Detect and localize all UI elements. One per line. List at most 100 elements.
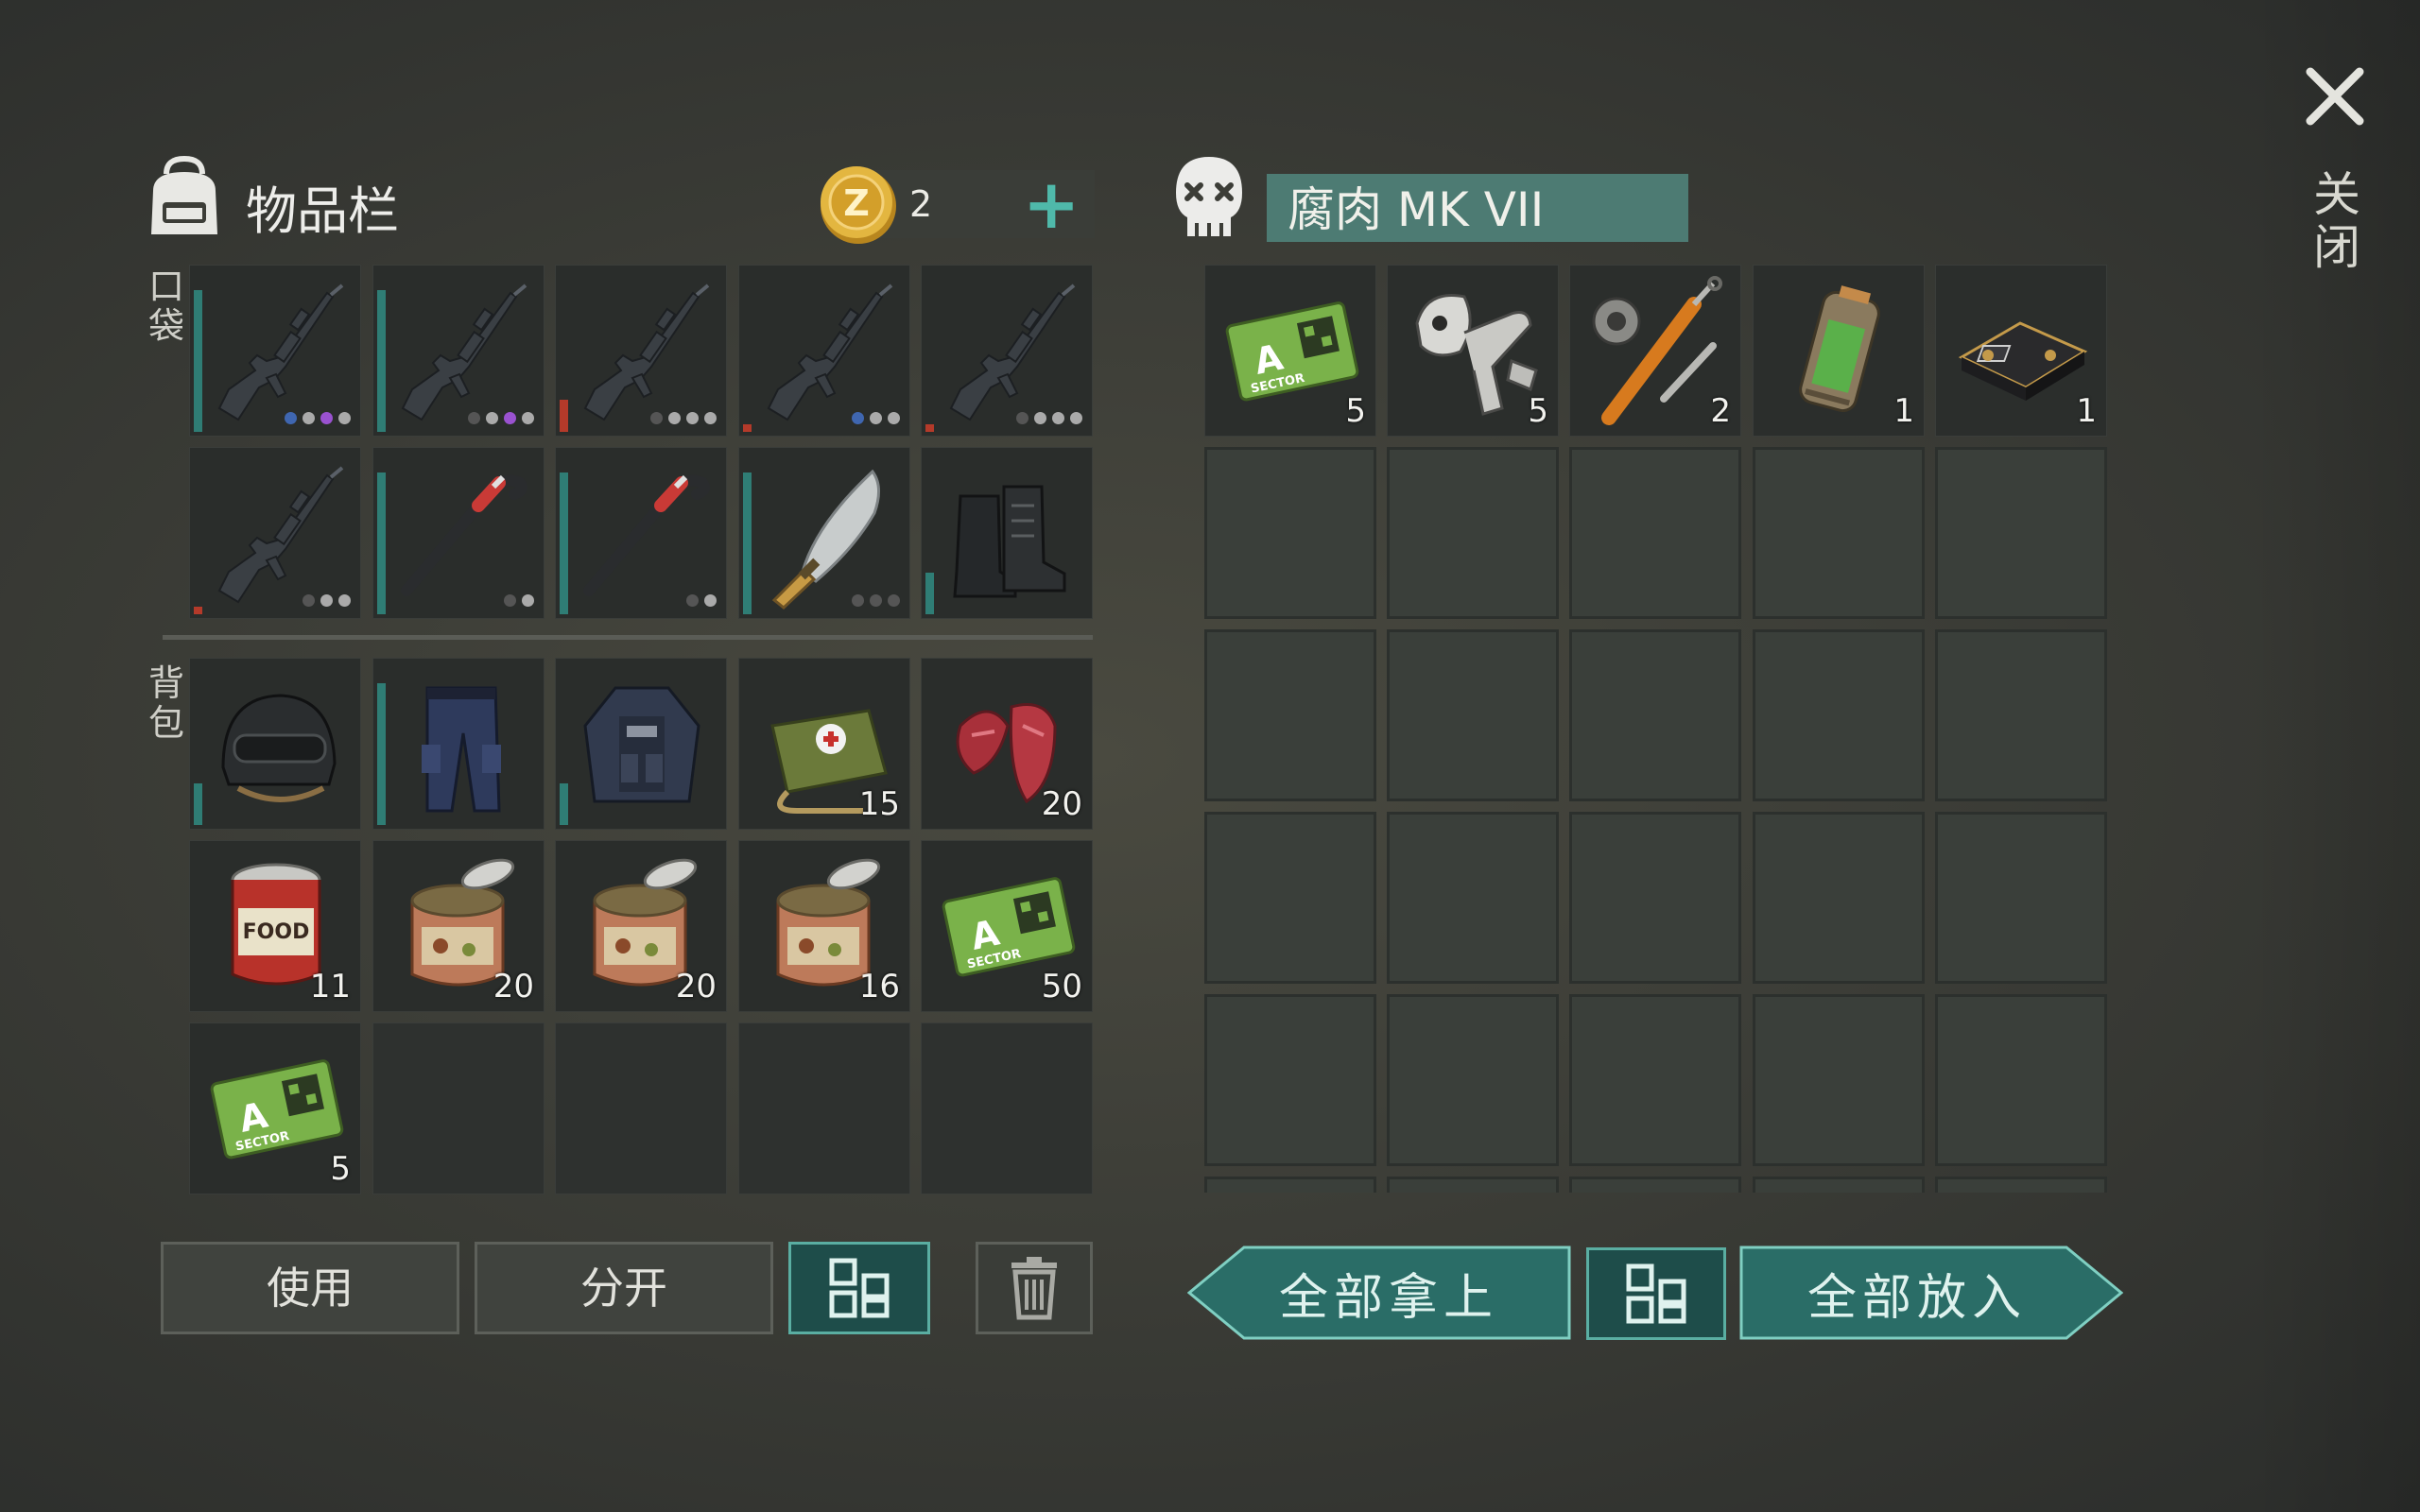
inventory-slot[interactable]: 50 <box>921 840 1093 1012</box>
upgrade-dot <box>686 412 699 424</box>
loot-slot[interactable] <box>1387 447 1559 619</box>
inventory-slot[interactable]: 20 <box>372 840 544 1012</box>
inventory-slot[interactable] <box>738 447 910 619</box>
inventory-slot[interactable] <box>372 658 544 830</box>
loot-slot[interactable] <box>1569 447 1741 619</box>
upgrade-dot <box>888 594 900 607</box>
inventory-slot[interactable]: 15 <box>738 658 910 830</box>
hydraulic-cylinder-icon <box>1581 276 1732 427</box>
inventory-slot[interactable]: 11 <box>189 840 361 1012</box>
inventory-slot[interactable] <box>555 658 727 830</box>
inventory-slot[interactable]: 20 <box>921 658 1093 830</box>
item-count: 15 <box>858 785 900 823</box>
upgrade-dot <box>870 594 882 607</box>
close-label[interactable]: 关闭 <box>2310 168 2363 274</box>
loot-slot[interactable] <box>1753 812 1925 984</box>
loot-slot[interactable] <box>1935 994 2107 1166</box>
sort-inventory-button[interactable] <box>788 1242 930 1334</box>
sort-loot-button[interactable] <box>1586 1247 1726 1340</box>
use-button-label: 使用 <box>267 1263 354 1314</box>
loot-slot[interactable] <box>1753 447 1925 619</box>
item-count: 5 <box>1345 392 1366 430</box>
rifle-icon <box>932 276 1083 427</box>
loot-slot[interactable]: 5 <box>1204 265 1376 437</box>
loot-slot[interactable] <box>1569 1177 1741 1193</box>
loot-slot[interactable] <box>1204 629 1376 801</box>
loot-slot[interactable] <box>1753 1177 1925 1193</box>
take-all-button[interactable]: 全部拿上 <box>1187 1246 1571 1340</box>
split-button[interactable]: 分开 <box>475 1242 773 1334</box>
inventory-slot[interactable] <box>189 658 361 830</box>
durability-bar <box>377 472 386 614</box>
upgrade-dot <box>870 412 882 424</box>
put-all-button[interactable]: 全部放入 <box>1739 1246 2123 1340</box>
inventory-slot[interactable] <box>738 1022 910 1194</box>
upgrade-dot <box>302 412 315 424</box>
item-count: 5 <box>330 1150 351 1188</box>
section-divider <box>163 635 1093 640</box>
loot-slot[interactable] <box>1387 1177 1559 1193</box>
loot-slot[interactable]: 1 <box>1935 265 2107 437</box>
loot-slot[interactable] <box>1387 629 1559 801</box>
loot-slot[interactable] <box>1387 812 1559 984</box>
inventory-slot[interactable] <box>921 265 1093 437</box>
inventory-slot[interactable] <box>555 265 727 437</box>
upgrade-dot <box>1034 412 1046 424</box>
loot-slot[interactable] <box>1204 447 1376 619</box>
loot-slot[interactable] <box>1753 994 1925 1166</box>
inventory-slot[interactable] <box>189 447 361 619</box>
use-button[interactable]: 使用 <box>161 1242 459 1334</box>
inventory-slot[interactable] <box>372 447 544 619</box>
inventory-slot[interactable] <box>921 447 1093 619</box>
trash-button[interactable] <box>976 1242 1093 1334</box>
keycard-icon <box>200 1034 352 1185</box>
loot-slot[interactable] <box>1753 629 1925 801</box>
loot-slot[interactable] <box>1569 994 1741 1166</box>
loot-slot[interactable] <box>1569 812 1741 984</box>
upgrade-dots <box>686 594 717 607</box>
loot-slot[interactable]: 1 <box>1753 265 1925 437</box>
inventory-title: 物品栏 <box>246 181 399 241</box>
upgrade-dot <box>1070 412 1082 424</box>
inventory-slot[interactable]: 16 <box>738 840 910 1012</box>
inventory-slot[interactable] <box>738 265 910 437</box>
loot-title: 腐肉 MK VII <box>1288 182 1545 237</box>
upgrade-dots <box>852 594 900 607</box>
inventory-slot[interactable] <box>555 1022 727 1194</box>
close-icon[interactable] <box>2297 59 2373 134</box>
upgrade-dots <box>504 594 534 607</box>
inventory-slot[interactable] <box>372 265 544 437</box>
loot-slot[interactable] <box>1569 629 1741 801</box>
add-coins-button[interactable]: + <box>1023 170 1080 238</box>
loot-slot[interactable] <box>1935 629 2107 801</box>
durability-bar <box>194 783 202 825</box>
inventory-slot[interactable] <box>555 447 727 619</box>
item-count: 2 <box>1710 392 1731 430</box>
loot-slot[interactable]: 5 <box>1387 265 1559 437</box>
upgrade-dot <box>704 594 717 607</box>
upgrade-dot <box>704 412 717 424</box>
upgrade-dot <box>522 594 534 607</box>
inventory-slot[interactable] <box>189 265 361 437</box>
upgrade-dot <box>468 412 480 424</box>
inventory-slot[interactable] <box>921 1022 1093 1194</box>
loot-slot[interactable]: 2 <box>1569 265 1741 437</box>
loot-slot[interactable] <box>1204 1177 1376 1193</box>
loot-slot[interactable] <box>1387 994 1559 1166</box>
inventory-slot[interactable]: 5 <box>189 1022 361 1194</box>
upgrade-dot <box>852 594 864 607</box>
loot-slot[interactable] <box>1935 1177 2107 1193</box>
inventory-slot[interactable] <box>372 1022 544 1194</box>
upgrade-dot <box>338 412 351 424</box>
loot-slot[interactable] <box>1204 812 1376 984</box>
durability-bar <box>925 573 934 614</box>
backpack-label: 背包 <box>147 662 184 744</box>
machete-icon <box>750 458 901 610</box>
inventory-slot[interactable]: 20 <box>555 840 727 1012</box>
loot-slot[interactable] <box>1935 447 2107 619</box>
upgrade-dot <box>1052 412 1064 424</box>
item-count: 20 <box>675 968 717 1005</box>
loot-slot[interactable] <box>1935 812 2107 984</box>
loot-slot[interactable] <box>1204 994 1376 1166</box>
upgrade-dot <box>686 594 699 607</box>
